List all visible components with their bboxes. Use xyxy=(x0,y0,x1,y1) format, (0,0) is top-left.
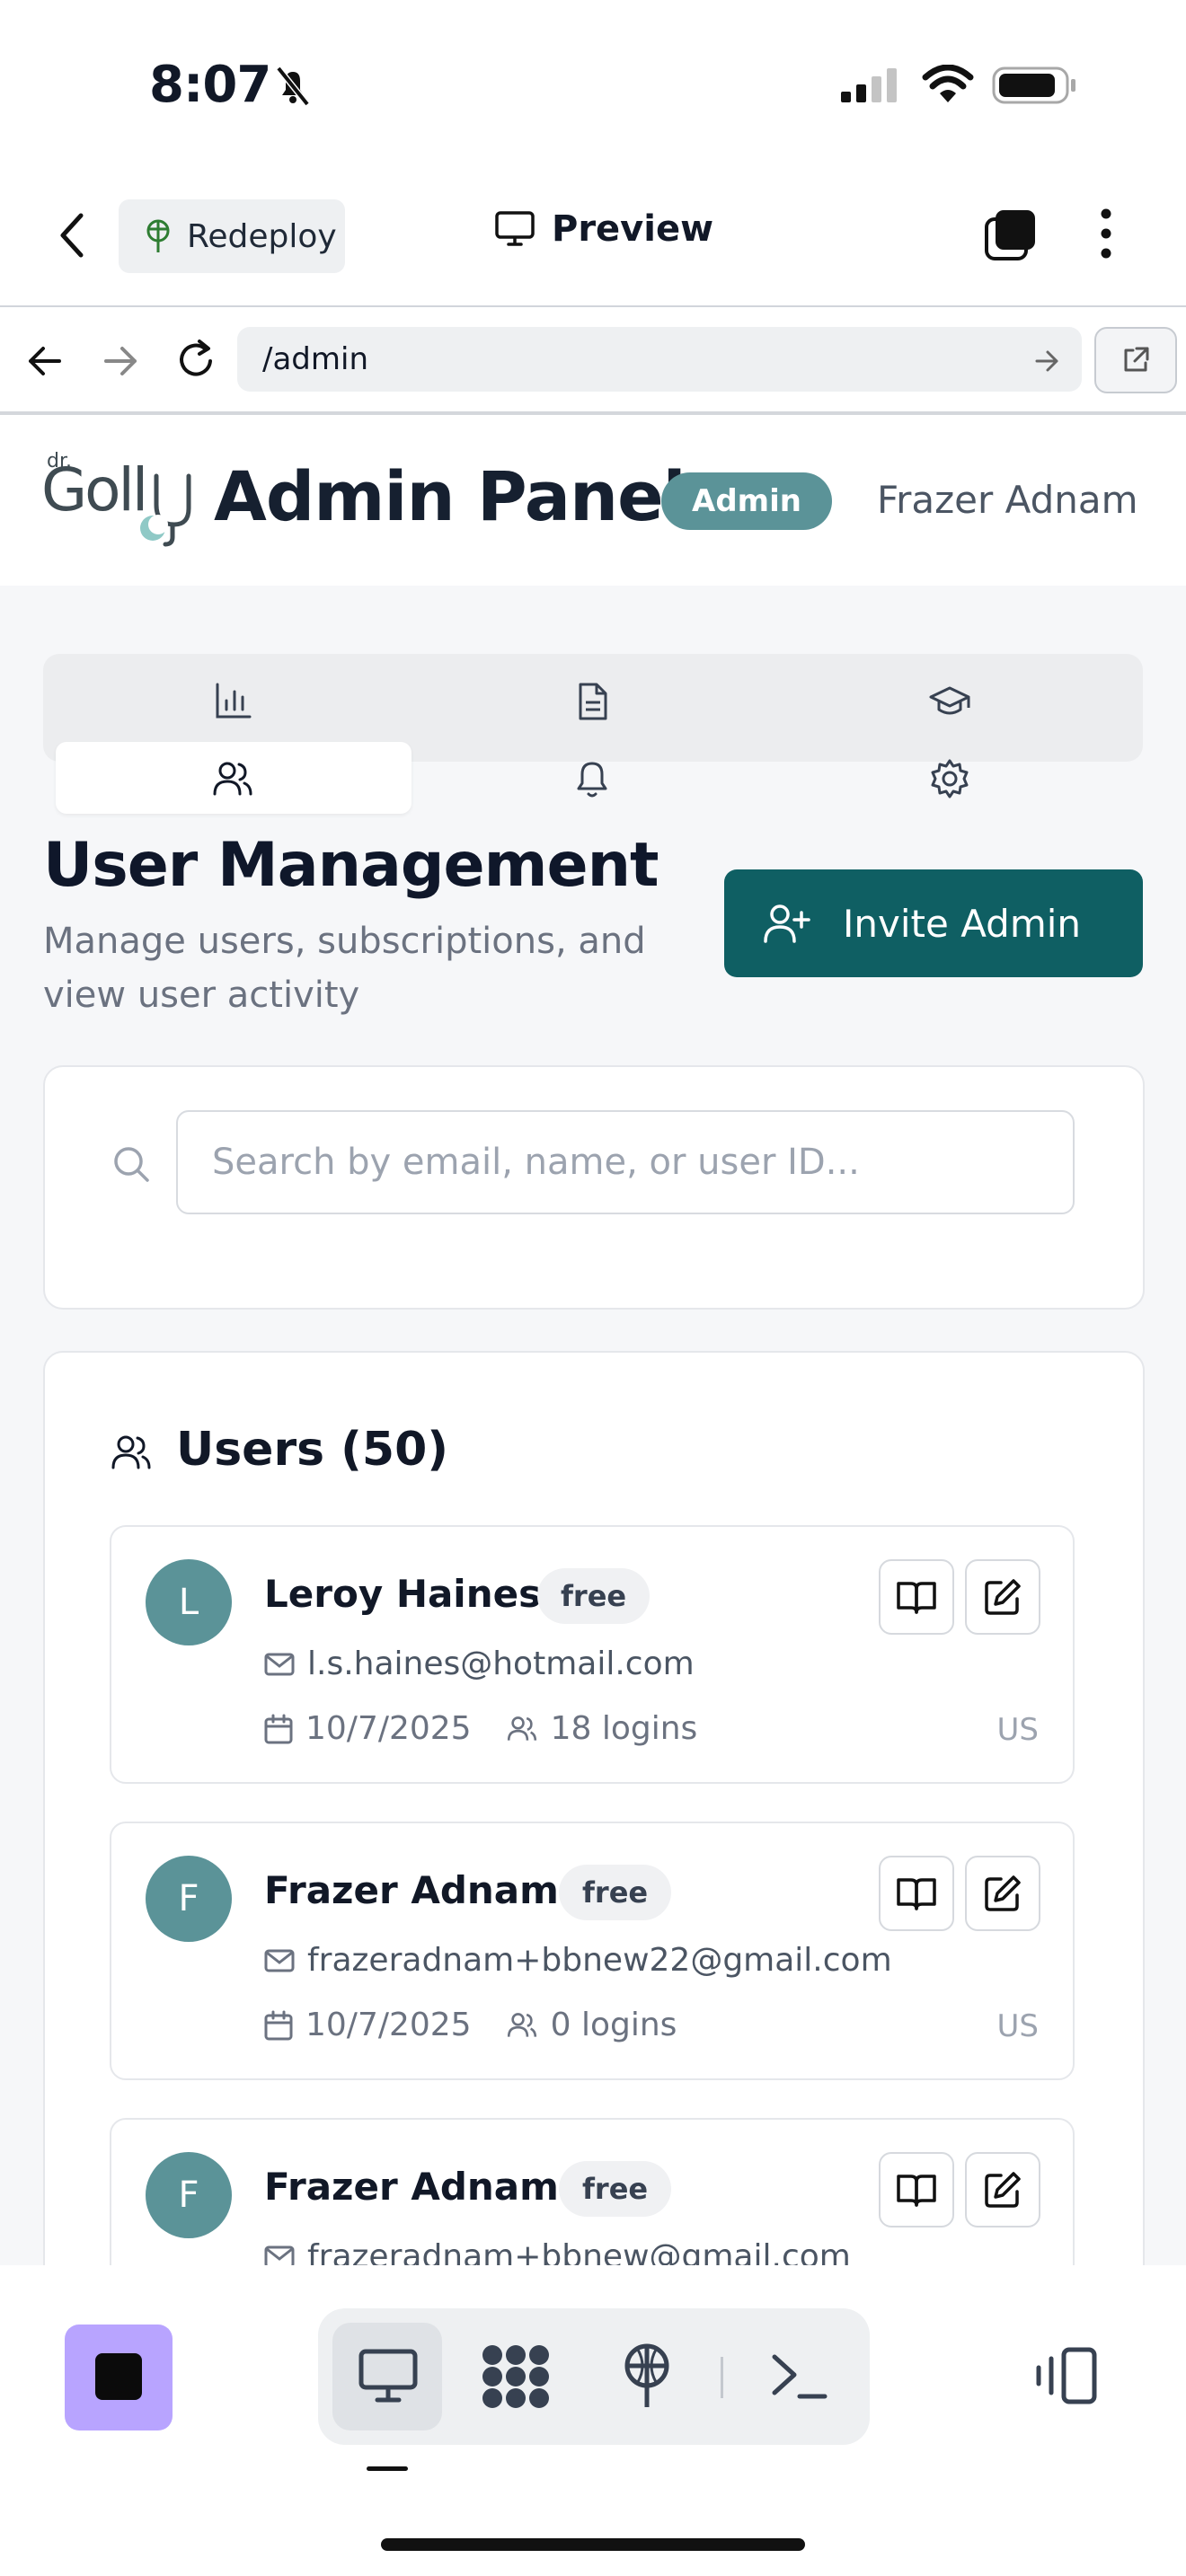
user-name: Frazer Adnam xyxy=(264,2165,559,2209)
book-open-icon xyxy=(897,1582,936,1614)
avatar: F xyxy=(146,1856,232,1942)
edit-user-button[interactable] xyxy=(965,1856,1040,1931)
edit-icon xyxy=(985,1579,1021,1615)
battery-icon xyxy=(992,66,1075,104)
monitor-icon xyxy=(358,2349,418,2403)
home-indicator xyxy=(381,2538,805,2551)
avatar: L xyxy=(146,1559,232,1645)
redeploy-label: Redeploy xyxy=(187,217,337,255)
page-header-title: Admin Panel xyxy=(214,456,686,536)
preview-label: Preview xyxy=(552,208,714,250)
redeploy-button[interactable]: Redeploy xyxy=(119,199,345,273)
svg-text:Goll: Goll xyxy=(41,455,146,525)
preview-tab[interactable]: Preview xyxy=(494,208,713,250)
invite-admin-button[interactable]: Invite Admin xyxy=(724,869,1143,977)
users-count-title: Users (50) xyxy=(176,1423,449,1477)
bell-slash-icon xyxy=(276,66,310,107)
search-input[interactable] xyxy=(176,1110,1075,1214)
plan-badge: free xyxy=(559,1865,672,1920)
user-row[interactable]: L Leroy Haines free l.s.haines@hotmail.c… xyxy=(110,1525,1075,1784)
more-options-icon[interactable] xyxy=(1091,207,1121,260)
open-external-button[interactable] xyxy=(1094,327,1177,393)
back-chevron-icon[interactable] xyxy=(54,208,90,262)
plan-badge: free xyxy=(559,2161,672,2217)
deploy-icon[interactable] xyxy=(618,2342,676,2411)
book-open-icon xyxy=(897,2175,936,2207)
invite-admin-label: Invite Admin xyxy=(843,901,1082,946)
calendar-icon xyxy=(264,1714,293,1743)
status-time: 8:07 xyxy=(149,56,271,114)
external-link-icon xyxy=(1124,347,1149,372)
tabs-icon[interactable] xyxy=(983,208,1039,264)
active-indicator xyxy=(367,2466,408,2471)
user-country: US xyxy=(996,1712,1039,1748)
deploy-icon xyxy=(146,219,170,252)
go-arrow-icon[interactable] xyxy=(1033,347,1062,375)
tab-users[interactable] xyxy=(212,758,253,799)
apps-grid-icon[interactable] xyxy=(480,2342,552,2411)
user-joined-date: 10/7/2025 xyxy=(305,2007,472,2043)
gear-icon xyxy=(931,759,969,798)
user-country: US xyxy=(996,2008,1039,2044)
wifi-icon xyxy=(922,65,974,102)
user-name: Leroy Haines xyxy=(264,1572,542,1616)
view-progress-button[interactable] xyxy=(879,1559,954,1635)
user-logins: 0 logins xyxy=(550,2007,677,2043)
graduation-cap-icon xyxy=(929,686,970,715)
book-open-icon xyxy=(897,1878,936,1910)
url-text[interactable]: /admin xyxy=(262,341,368,377)
mail-icon xyxy=(264,1653,295,1675)
search-icon xyxy=(114,1147,149,1182)
tab-courses[interactable] xyxy=(929,681,970,722)
user-row[interactable]: F Frazer Adnam free frazeradnam+bbnew22@… xyxy=(110,1822,1075,2080)
avatar: F xyxy=(146,2152,232,2238)
current-user-name[interactable]: Frazer Adnam xyxy=(877,478,1138,522)
browser-forward-icon[interactable] xyxy=(101,341,140,381)
monitor-icon xyxy=(495,211,535,246)
dr-golly-logo: dr. Goll xyxy=(41,450,191,547)
tab-notifications[interactable] xyxy=(571,758,613,799)
panel-toggle-icon[interactable] xyxy=(1031,2346,1100,2407)
view-progress-button[interactable] xyxy=(879,2152,954,2228)
bell-icon xyxy=(577,762,607,798)
users-icon xyxy=(507,1716,536,1741)
divider xyxy=(721,2357,723,2398)
plan-badge: free xyxy=(537,1568,651,1624)
user-logins: 18 logins xyxy=(550,1710,698,1747)
mail-icon xyxy=(264,1949,295,1972)
reload-icon[interactable] xyxy=(174,338,219,383)
signal-icon xyxy=(841,68,897,102)
divider xyxy=(0,305,1186,307)
tab-content[interactable] xyxy=(571,681,613,722)
edit-user-button[interactable] xyxy=(965,1559,1040,1635)
document-icon xyxy=(579,683,607,720)
terminal-icon[interactable] xyxy=(771,2351,828,2402)
edit-user-button[interactable] xyxy=(965,2152,1040,2228)
logo[interactable]: dr. Goll xyxy=(41,449,194,548)
bar-chart-icon xyxy=(216,683,252,719)
user-name: Frazer Adnam xyxy=(264,1868,559,1912)
user-joined-date: 10/7/2025 xyxy=(305,1710,472,1747)
edit-icon xyxy=(985,1875,1021,1911)
stop-icon xyxy=(95,2353,142,2400)
tab-analytics[interactable] xyxy=(212,681,253,722)
users-icon xyxy=(213,762,252,796)
user-email: l.s.haines@hotmail.com xyxy=(307,1645,695,1682)
edit-icon xyxy=(985,2172,1021,2208)
tab-settings[interactable] xyxy=(929,758,970,799)
calendar-icon xyxy=(264,2010,293,2040)
browser-back-icon[interactable] xyxy=(25,341,65,381)
users-icon xyxy=(507,2012,536,2037)
role-badge: Admin xyxy=(661,472,832,530)
page-title: User Management xyxy=(43,830,659,901)
user-plus-icon xyxy=(764,904,810,943)
user-email: frazeradnam+bbnew22@gmail.com xyxy=(307,1942,892,1979)
users-icon xyxy=(111,1435,151,1469)
view-progress-button[interactable] xyxy=(879,1856,954,1931)
page-subtitle: Manage users, subscriptions, and view us… xyxy=(43,921,646,1016)
